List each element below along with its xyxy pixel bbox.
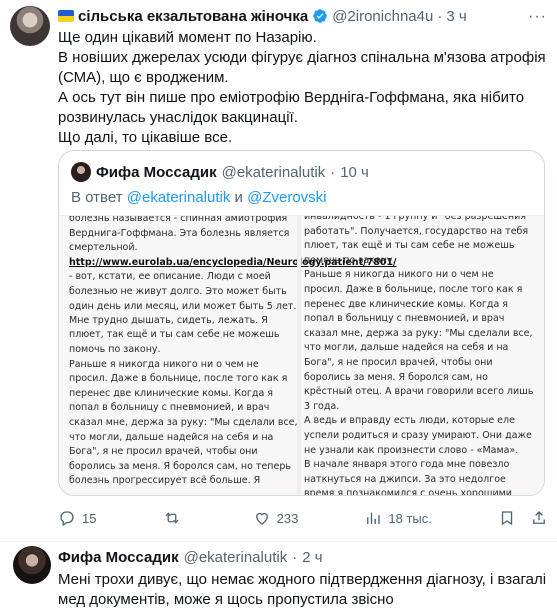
reply-mention: @ekaterinalutik [126, 189, 231, 206]
tweet-text-line: А ось тут він пише про еміотрофію Вердні… [58, 89, 525, 126]
retweet-icon [165, 512, 179, 524]
scan-paragraph: В начале января этого года мне повезло н… [304, 459, 512, 496]
quoted-author-name: Фифа Моссадик [96, 163, 217, 181]
tweet-header: сільська екзальтована жіночка @2ironichn… [58, 6, 467, 26]
like-count: 233 [276, 510, 299, 526]
quoted-author-handle: @ekaterinalutik [221, 163, 326, 181]
reply-mention: @Zverovski [247, 189, 327, 206]
scan-paragraph: А ведь и вправду есть люди, которые еле … [304, 415, 532, 456]
separator-dot: · [437, 7, 443, 25]
reply-icon [60, 511, 74, 526]
bookmark-icon[interactable] [498, 509, 516, 527]
quoted-tweet-timestamp: 10 ч [340, 163, 369, 181]
quoted-tweet[interactable]: Фифа Моссадик @ekaterinalutik · 10 ч В о… [58, 150, 545, 496]
reply-timestamp[interactable]: 2 ч [302, 549, 322, 566]
main-tweet[interactable]: сільська екзальтована жіночка @2ironichn… [0, 0, 557, 542]
reply-header: Фифа Моссадик @ekaterinalutik · 2 ч [58, 549, 323, 566]
separator-dot: · [330, 163, 336, 181]
author-handle[interactable]: @2ironichna4u [332, 8, 433, 25]
scan-paragraph: Раньше я никогда никого ни о чем не прос… [304, 269, 534, 412]
scan-paragraph: - вот, кстати, ее описание. Люди с моей … [69, 271, 297, 327]
more-options-icon[interactable]: ··· [528, 8, 547, 26]
ukraine-flag-icon [58, 10, 74, 22]
author-avatar[interactable] [10, 6, 50, 46]
views-button[interactable]: 18 тыс. [364, 509, 432, 527]
quoted-author-avatar [71, 162, 91, 182]
quoted-reply-context: В ответ @ekaterinalutik и @Zverovski [71, 189, 327, 206]
retweet-button[interactable] [163, 509, 187, 527]
tweet-timestamp[interactable]: 3 ч [446, 8, 466, 25]
scan-column-left: болезнь называется - спинная амиотрофия … [69, 215, 397, 489]
tweet-text-line: Ще один цікавий момент по Назарію. [58, 29, 317, 46]
tweet-actions: 15 233 18 тыс. [58, 508, 548, 528]
share-icon[interactable] [530, 509, 548, 527]
heart-icon [255, 512, 268, 525]
scan-column-divider [297, 216, 301, 495]
reply-author-avatar[interactable] [13, 546, 51, 584]
reply-count: 15 [82, 510, 97, 526]
scan-paragraph: Раньше я никогда никого ни о чем не прос… [69, 358, 298, 487]
separator-dot: · [292, 549, 298, 566]
reply-text: Мені трохи дивує, що немає жодного підтв… [58, 571, 547, 608]
tweet-text-line: В новіших джерелах усюди фігурує діагноз… [58, 49, 546, 86]
views-chart-icon [367, 512, 381, 524]
tweet-text: Ще один цікавий момент по Назарію. В нов… [58, 28, 548, 148]
reply-and: и [234, 189, 243, 206]
reply-author-name[interactable]: Фифа Моссадик [58, 549, 179, 566]
scan-paragraph: инвалидность - 1 группу и "без разрешени… [304, 215, 529, 266]
view-count: 18 тыс. [388, 510, 432, 526]
scan-column-right: инвалидность - 1 группу и "без разрешени… [304, 215, 534, 496]
scan-link: http://www.eurolab.ua/encyclopedia/Neuro… [69, 256, 397, 268]
author-name[interactable]: сільська екзальтована жіночка [78, 8, 308, 25]
reply-author-handle[interactable]: @ekaterinalutik [184, 549, 288, 566]
scan-paragraph: болезнь называется - спинная амиотрофия … [69, 215, 290, 254]
reply-button[interactable]: 15 [58, 509, 96, 527]
scan-paragraph: плюет, так ещё и ты сам себе не можешь п… [69, 329, 280, 355]
verified-badge-icon [313, 9, 328, 23]
tweet-actions-right [498, 509, 548, 527]
quoted-tweet-header: Фифа Моссадик @ekaterinalutik · 10 ч [71, 162, 369, 182]
reply-prefix: В ответ [71, 189, 123, 206]
tweet-text-line: Що далі, то цікавіше все. [58, 129, 233, 146]
like-button[interactable]: 233 [253, 509, 299, 527]
quoted-tweet-image[interactable]: болезнь называется - спинная амиотрофия … [59, 215, 544, 496]
